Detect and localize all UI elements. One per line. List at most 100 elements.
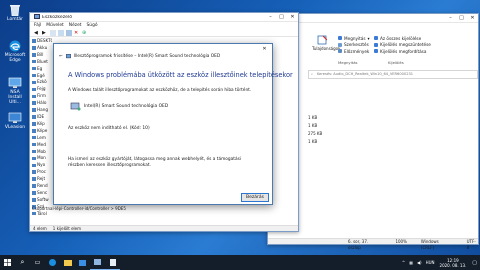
tree-item[interactable]: Firm: [32, 93, 52, 100]
list-item: 1 KB: [308, 123, 318, 128]
network-icon[interactable]: ▦: [409, 260, 413, 265]
tree-item[interactable]: Fejg: [32, 86, 52, 93]
desktop-icon-recycle-bin[interactable]: Lomtár: [4, 4, 26, 22]
uninstall-icon[interactable]: ✕: [74, 30, 80, 36]
menu-action[interactable]: Művelet: [46, 23, 64, 28]
tree-item[interactable]: Nyo: [32, 162, 52, 169]
tray-chevron-icon[interactable]: ^: [402, 260, 405, 265]
properties-button[interactable]: Tulajdonságok: [312, 35, 340, 51]
update-driver-icon[interactable]: [66, 29, 72, 36]
file-explorer-icon[interactable]: [60, 255, 75, 270]
taskbar: ⌕ ▭ ^ ▦ ◀) HUN 12:19 2020. 08. 13. ▢: [0, 255, 480, 270]
search-icon[interactable]: ⌕: [15, 255, 30, 270]
store-icon[interactable]: [75, 255, 90, 270]
menu-file[interactable]: Fájl: [34, 23, 41, 28]
minimize-icon[interactable]: –: [445, 14, 456, 23]
notepad-taskbar-icon[interactable]: [105, 255, 120, 270]
tree-item[interactable]: Képe: [32, 128, 52, 135]
monitor-icon: [8, 112, 22, 123]
ribbon: Tulajdonságok Megnyitás ▾ Szerkesztés Elő…: [308, 33, 478, 69]
search-box[interactable]: ⌕ Keresés: Audio_DCH_Realtek_Win10_64_VE…: [308, 70, 478, 79]
device-category-icon: [32, 73, 36, 78]
tree-item[interactable]: Mon: [32, 155, 52, 162]
close-icon[interactable]: ✕: [259, 44, 270, 53]
history-button[interactable]: Előzmények: [338, 48, 370, 55]
tree-item[interactable]: Med: [32, 142, 52, 149]
menu-help[interactable]: Súgó: [87, 23, 98, 28]
edge-taskbar-icon[interactable]: [45, 255, 60, 270]
driver-update-dialog: ✕ ← Illesztőprogramok frissítése – Intel…: [53, 43, 293, 205]
tree-item[interactable]: Bill: [32, 52, 52, 59]
select-none-button[interactable]: Kijelölés megszüntetése: [374, 42, 431, 49]
tree-item[interactable]: Kép: [32, 121, 52, 128]
device-tree: DESKTOAkkuBillBluetEgEgéEzköFejgFirmHálo…: [32, 38, 52, 218]
device-category-icon: [32, 101, 36, 105]
volume-icon[interactable]: ◀): [417, 260, 422, 265]
invert-selection-button[interactable]: Kijelölés megfordítása: [374, 48, 431, 55]
maximize-icon[interactable]: □: [456, 14, 467, 23]
device-category-icon: [32, 177, 36, 181]
tree-item[interactable]: Ezkö: [32, 79, 52, 86]
device-manager-titlebar: Eszközkezelő – □ ✕: [30, 13, 298, 22]
help-icon[interactable]: [58, 29, 64, 36]
tree-item[interactable]: Hálo: [32, 100, 52, 107]
notifications-icon[interactable]: ▢: [472, 260, 477, 266]
device-category-icon: [32, 184, 36, 188]
tree-item[interactable]: Proc: [32, 169, 52, 176]
task-view-icon[interactable]: ▭: [30, 255, 45, 270]
maximize-icon[interactable]: □: [276, 13, 287, 22]
tree-row-bottom[interactable]: Csoportnal-lépi-Controller-id/Controller…: [32, 206, 126, 211]
tree-item[interactable]: IDE: [32, 114, 52, 121]
close-icon[interactable]: ✕: [287, 13, 298, 22]
tree-item[interactable]: Hang: [32, 107, 52, 114]
chevron-down-icon: ▾: [367, 35, 370, 41]
tree-item[interactable]: Eg: [32, 66, 52, 73]
tree-item[interactable]: Egé: [32, 73, 52, 80]
menu-view[interactable]: Nézet: [69, 23, 82, 28]
close-icon[interactable]: ✕: [467, 14, 478, 23]
properties-icon[interactable]: [50, 29, 56, 36]
device-category-icon: [32, 191, 36, 195]
device-category-icon: [32, 46, 36, 50]
device-category-icon: [32, 80, 36, 85]
tree-item[interactable]: Rend: [32, 183, 52, 190]
desktop-icon-edge[interactable]: Microsoft Edge: [4, 40, 26, 63]
device-category-icon: [32, 53, 36, 57]
clock[interactable]: 12:19 2020. 08. 13.: [440, 258, 467, 268]
device-manager-statusbar: 4 elem 1 kijelölt elem: [30, 225, 298, 231]
monitor-icon: [8, 77, 22, 88]
tree-item[interactable]: Senc: [32, 190, 52, 197]
language-indicator[interactable]: HUN: [426, 260, 435, 265]
device-category-icon: [32, 108, 36, 112]
notepad-statusbar: 6. sor, 37. oszlop 100% Windows (CRLF) U…: [268, 238, 478, 250]
close-button[interactable]: Bezárás: [241, 193, 269, 202]
desktop-icon-installer[interactable]: NSA Install Ulti...: [4, 77, 26, 105]
ribbon-group-select: Kijelölés: [388, 60, 404, 65]
error-message: Az eszköz nem indítható el. (Kód: 10): [68, 126, 150, 131]
toolbar: ◀ ▶ ✕ ⊕: [30, 29, 298, 37]
tree-item[interactable]: Akku: [32, 45, 52, 52]
tree-item[interactable]: Mob: [32, 149, 52, 156]
list-item: 275 KB: [308, 131, 323, 136]
back-arrow-icon[interactable]: ←: [59, 54, 63, 59]
edge-icon: [9, 40, 21, 52]
list-item: 1 KB: [308, 139, 318, 144]
minimize-icon[interactable]: –: [265, 13, 276, 22]
audio-device-icon: [70, 102, 81, 111]
tree-item[interactable]: Rejt: [32, 176, 52, 183]
scan-icon[interactable]: ⊕: [82, 30, 88, 36]
start-button[interactable]: [0, 255, 15, 270]
tree-item[interactable]: Softw: [32, 197, 52, 204]
forward-icon[interactable]: ▶: [42, 30, 48, 36]
tree-item[interactable]: Bluet: [32, 59, 52, 66]
back-icon[interactable]: ◀: [34, 30, 40, 36]
tree-item[interactable]: Tárol: [32, 211, 52, 218]
device-category-icon: [32, 39, 36, 43]
desktop-icon-vleasion[interactable]: VLeasion: [4, 112, 26, 130]
tree-item[interactable]: Lem: [32, 135, 52, 142]
explorer-titlebar: – □ ✕: [268, 14, 478, 23]
list-item: 1 KB: [308, 115, 318, 120]
tree-item[interactable]: DESKTO: [32, 38, 52, 45]
device-manager-taskbar-icon[interactable]: [90, 255, 105, 270]
device-category-icon: [32, 170, 36, 174]
